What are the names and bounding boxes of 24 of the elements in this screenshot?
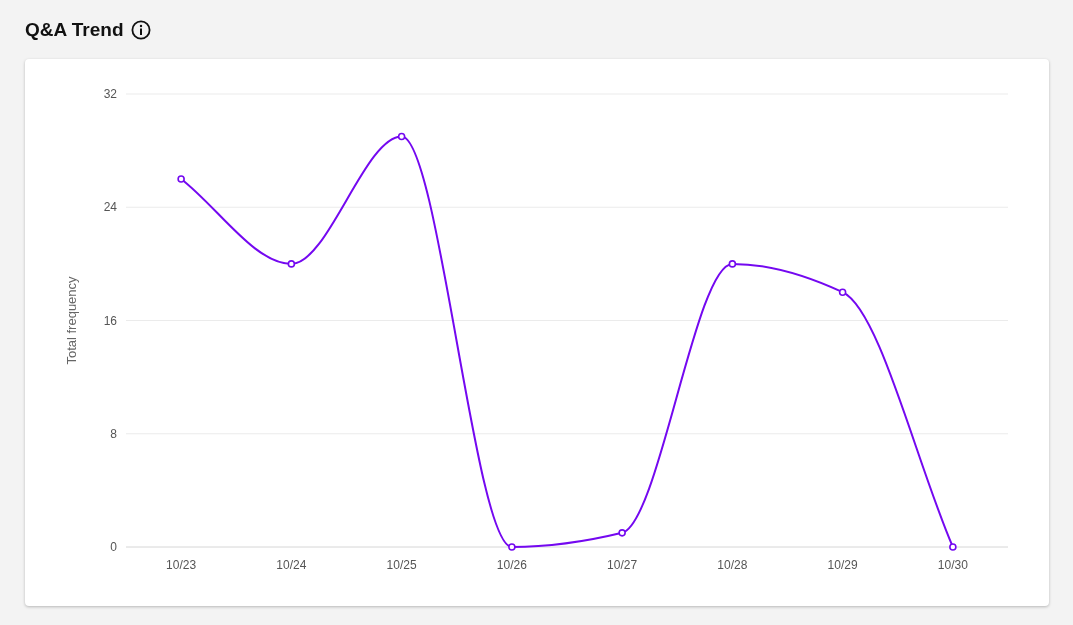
y-axis-title: Total frequency <box>64 276 79 365</box>
x-axis-label: 10/30 <box>937 558 968 572</box>
x-axis-label: 10/24 <box>276 558 307 572</box>
y-axis-label: 8 <box>110 426 117 441</box>
y-axis-label: 24 <box>103 200 117 215</box>
data-point <box>618 529 626 537</box>
x-axis-label: 10/29 <box>827 558 858 572</box>
data-point <box>508 543 516 551</box>
data-point <box>397 132 406 141</box>
y-axis-label: 16 <box>103 313 117 328</box>
x-axis-label: 10/23 <box>166 558 197 572</box>
y-axis-label: 0 <box>110 540 117 554</box>
x-axis-label: 10/26 <box>496 558 527 572</box>
x-axis-label: 10/27 <box>607 558 638 572</box>
y-axis-label: 32 <box>103 87 117 101</box>
section-title: Q&A Trend <box>25 19 124 41</box>
data-point <box>287 260 296 268</box>
data-point <box>728 260 737 268</box>
data-point <box>177 175 185 183</box>
data-point <box>949 543 957 551</box>
info-icon[interactable] <box>130 20 151 40</box>
x-axis-label: 10/28 <box>717 558 748 572</box>
x-axis-label: 10/25 <box>386 558 417 572</box>
data-point <box>838 288 847 296</box>
